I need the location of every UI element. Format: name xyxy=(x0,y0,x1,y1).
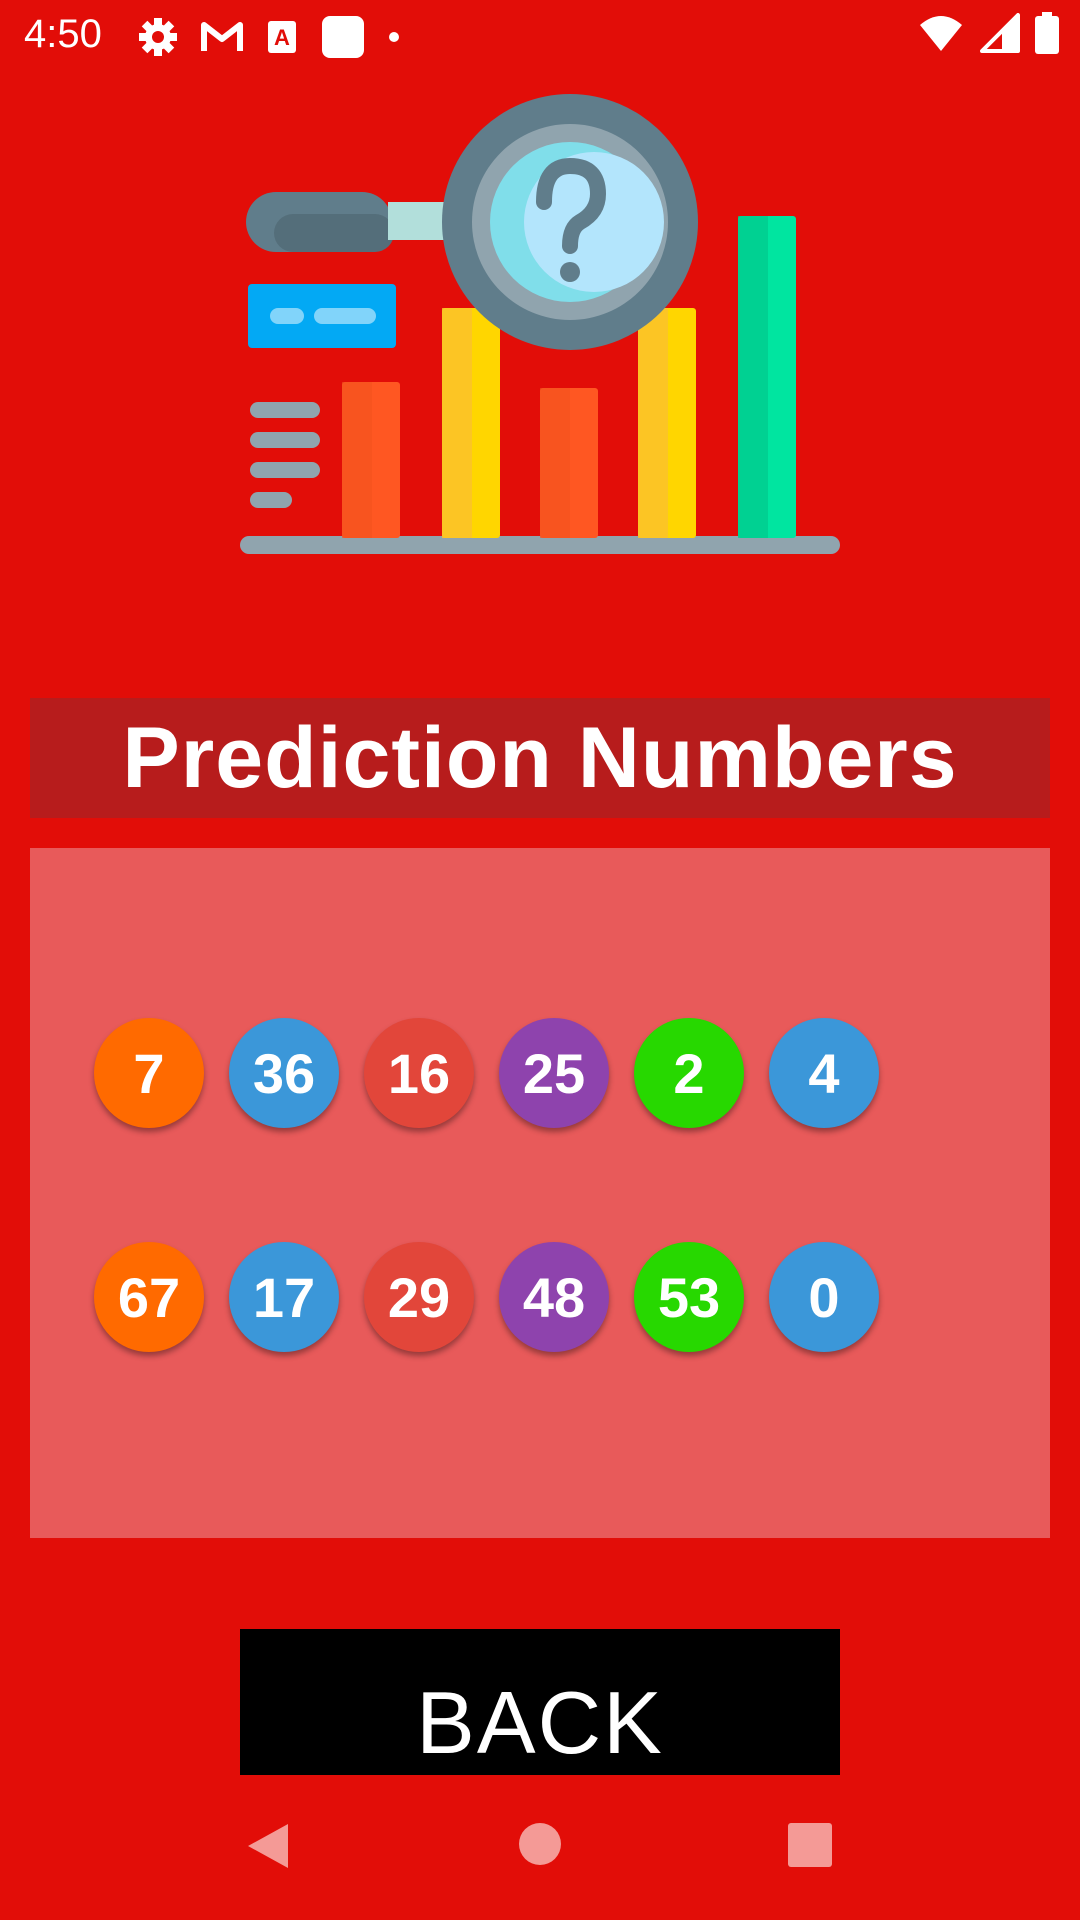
number-ball: 36 xyxy=(229,1018,339,1128)
back-nav-icon[interactable] xyxy=(244,1820,292,1872)
number-ball: 7 xyxy=(94,1018,204,1128)
signal-icon xyxy=(980,13,1020,53)
number-ball: 4 xyxy=(769,1018,879,1128)
magnifying-glass-bar-chart-icon xyxy=(240,94,840,554)
app-square-icon xyxy=(322,16,364,58)
number-ball: 0 xyxy=(769,1242,879,1352)
back-button-label: BACK xyxy=(416,1673,664,1772)
number-ball: 67 xyxy=(94,1242,204,1352)
title-bar: Prediction Numbers xyxy=(30,698,1050,818)
prediction-row-2: 67 17 29 48 53 0 xyxy=(94,1242,879,1352)
notification-dot-icon xyxy=(389,32,399,42)
prediction-row-1: 7 36 16 25 2 4 xyxy=(94,1018,879,1128)
number-ball: 16 xyxy=(364,1018,474,1128)
settings-icon xyxy=(139,18,177,56)
number-ball: 48 xyxy=(499,1242,609,1352)
gmail-icon xyxy=(201,22,243,51)
wifi-icon xyxy=(920,16,962,51)
page-title: Prediction Numbers xyxy=(122,709,958,806)
back-button[interactable]: BACK xyxy=(240,1629,840,1775)
battery-icon xyxy=(1035,12,1059,54)
home-nav-icon[interactable] xyxy=(518,1822,562,1866)
recents-nav-icon[interactable] xyxy=(788,1823,832,1867)
prediction-panel: 7 36 16 25 2 4 67 17 29 48 53 0 xyxy=(30,848,1050,1538)
number-ball: 25 xyxy=(499,1018,609,1128)
number-ball: 17 xyxy=(229,1242,339,1352)
number-ball: 29 xyxy=(364,1242,474,1352)
text-app-icon: A xyxy=(268,21,296,53)
number-ball: 2 xyxy=(634,1018,744,1128)
number-ball: 53 xyxy=(634,1242,744,1352)
svg-text:A: A xyxy=(274,25,290,50)
system-nav-bar xyxy=(0,1790,1080,1900)
status-bar: 4:50 A xyxy=(0,0,1080,72)
status-clock: 4:50 xyxy=(24,12,102,56)
